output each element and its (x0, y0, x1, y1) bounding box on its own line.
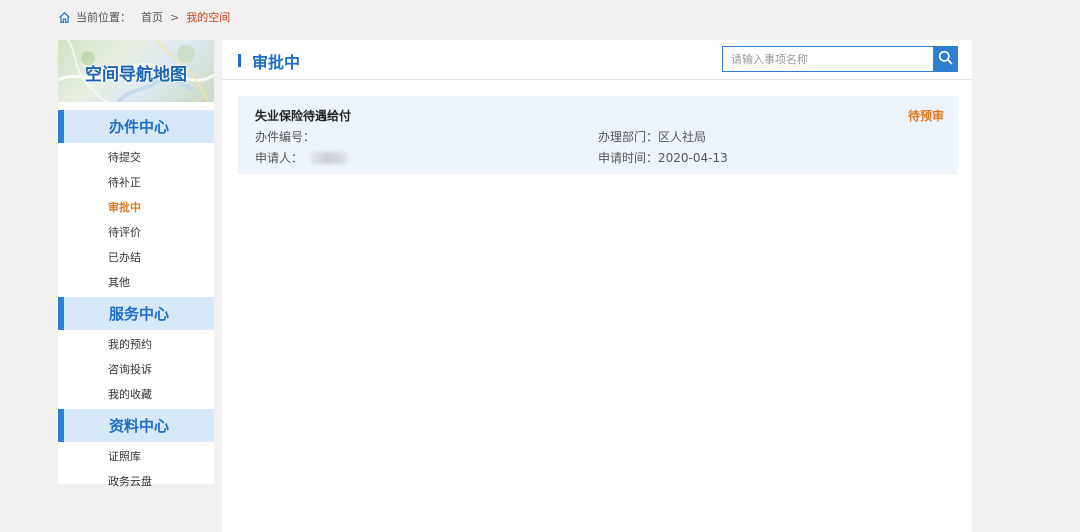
map-banner-title: 空间导航地图 (85, 65, 187, 85)
title-accent-bar (238, 54, 241, 67)
menu-item-under-approval[interactable]: 审批中 (58, 195, 214, 220)
service-center-menu: 我的预约 咨询投诉 我的收藏 (58, 330, 214, 409)
record-name[interactable]: 失业保险待遇给付 (255, 107, 351, 124)
section-header-office-center[interactable]: 办件中心 (58, 110, 214, 143)
record-date-value: 2020-04-13 (658, 151, 728, 165)
record-applicant-label: 申请人： (255, 151, 304, 165)
breadcrumb: 当前位置： 首页 > 我的空间 (58, 9, 230, 25)
search-button[interactable] (933, 46, 958, 72)
menu-item-pending-submit[interactable]: 待提交 (58, 145, 214, 170)
search-icon (938, 50, 953, 68)
search-input[interactable] (722, 46, 934, 72)
breadcrumb-current[interactable]: 我的空间 (186, 9, 230, 25)
main-panel: 审批中 失业保险待遇给付 待预审 办件编号： 办理部门：区人社局 申请人： 申请… (222, 40, 972, 532)
space-navigation-map-banner[interactable]: 空间导航地图 (58, 40, 214, 102)
record-number-label: 办件编号： (255, 130, 316, 144)
home-icon[interactable] (58, 11, 71, 24)
breadcrumb-separator: > (170, 10, 180, 24)
menu-item-government-cloud-disk[interactable]: 政务云盘 (58, 469, 214, 494)
menu-item-other[interactable]: 其他 (58, 270, 214, 295)
sidebar: 空间导航地图 办件中心 待提交 待补正 审批中 待评价 已办结 其他 服务中心 … (58, 40, 214, 488)
record-number: 办件编号： (255, 128, 315, 145)
redacted-applicant-name (311, 151, 348, 164)
document-center-menu: 证照库 政务云盘 (58, 442, 214, 496)
section-header-document-center[interactable]: 资料中心 (58, 409, 214, 442)
breadcrumb-label: 当前位置： (76, 11, 131, 24)
record-department: 办理部门：区人社局 (598, 128, 706, 145)
menu-item-completed[interactable]: 已办结 (58, 245, 214, 270)
main-header: 审批中 (222, 40, 972, 80)
record-department-value: 区人社局 (658, 130, 707, 144)
menu-item-consult-complaint[interactable]: 咨询投诉 (58, 357, 214, 382)
record-date-label: 申请时间： (598, 151, 659, 165)
menu-item-my-appointments[interactable]: 我的预约 (58, 332, 214, 357)
record-department-label: 办理部门： (598, 130, 659, 144)
menu-item-pending-evaluation[interactable]: 待评价 (58, 220, 214, 245)
status-badge: 待预审 (907, 109, 944, 123)
office-center-menu: 待提交 待补正 审批中 待评价 已办结 其他 (58, 143, 214, 297)
menu-item-my-favorites[interactable]: 我的收藏 (58, 382, 214, 407)
record-date: 申请时间：2020-04-13 (598, 149, 728, 166)
record-card[interactable]: 失业保险待遇给付 待预审 办件编号： 办理部门：区人社局 申请人： 申请时间：2… (238, 96, 958, 174)
record-applicant: 申请人： (255, 149, 348, 166)
menu-item-pending-supplement[interactable]: 待补正 (58, 170, 214, 195)
menu-item-license-library[interactable]: 证照库 (58, 444, 214, 469)
page-title: 审批中 (252, 53, 301, 72)
section-header-service-center[interactable]: 服务中心 (58, 297, 214, 330)
breadcrumb-home-link[interactable]: 首页 (141, 9, 163, 25)
